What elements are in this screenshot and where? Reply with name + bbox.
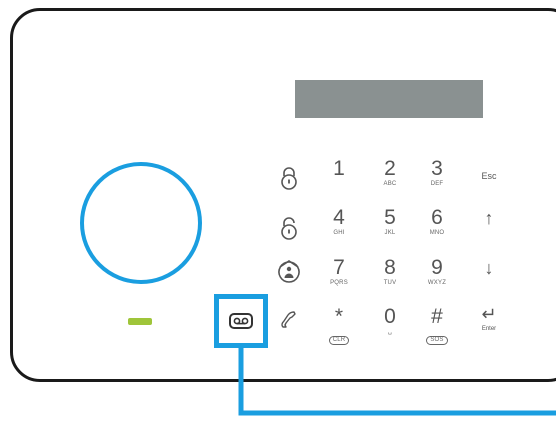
key-8-digit: 8	[384, 256, 396, 279]
key-1[interactable]: 1	[319, 158, 359, 180]
key-2-digit: 2	[384, 157, 396, 180]
key-star[interactable]: * CLR	[319, 306, 359, 346]
key-5-digit: 5	[384, 206, 396, 229]
key-5[interactable]: 5 JKL	[370, 207, 410, 237]
key-hash-sos-label: SOS	[426, 336, 448, 345]
key-2-letters: ABC	[383, 181, 397, 187]
key-0-digit: 0	[384, 305, 396, 328]
key-6-letters: MNO	[429, 230, 445, 236]
enter-button[interactable]: ↵ Enter	[469, 304, 509, 333]
key-4-letters: GHI	[333, 230, 345, 236]
arrow-down-icon: ↓	[484, 258, 494, 278]
key-7-letters: PQRS	[330, 280, 348, 286]
key-9-digit: 9	[431, 256, 443, 279]
key-hash-symbol: #	[431, 305, 443, 328]
key-7-digit: 7	[333, 256, 345, 279]
key-7[interactable]: 7 PQRS	[319, 257, 359, 287]
key-9[interactable]: 9 WXYZ	[417, 257, 457, 287]
enter-icon: ↵	[481, 304, 497, 324]
key-3[interactable]: 3 DEF	[417, 158, 457, 188]
alarm-panel-illustration: 1 2 ABC 3 DEF 4 GHI 5 JKL 6 MNO 7 PQRS 8…	[0, 0, 556, 422]
key-5-letters: JKL	[384, 230, 396, 236]
key-3-digit: 3	[431, 157, 443, 180]
esc-label: Esc	[481, 171, 497, 181]
key-6[interactable]: 6 MNO	[417, 207, 457, 237]
enter-label: Enter	[481, 326, 497, 332]
key-4-digit: 4	[333, 206, 345, 229]
arrow-up-icon: ↑	[484, 208, 494, 228]
key-8-letters: TUV	[383, 280, 397, 286]
key-hash[interactable]: # SOS	[417, 306, 457, 346]
up-button[interactable]: ↑	[469, 208, 509, 229]
key-6-digit: 6	[431, 206, 443, 229]
key-8[interactable]: 8 TUV	[370, 257, 410, 287]
key-1-digit: 1	[333, 157, 345, 180]
key-star-clr-label: CLR	[328, 336, 350, 345]
key-9-letters: WXYZ	[427, 280, 447, 286]
key-0[interactable]: 0 ␣	[370, 306, 410, 336]
key-star-symbol: *	[334, 305, 344, 328]
esc-button[interactable]: Esc	[469, 166, 509, 184]
key-2[interactable]: 2 ABC	[370, 158, 410, 188]
key-0-space-label: ␣	[387, 329, 392, 335]
down-button[interactable]: ↓	[469, 258, 509, 279]
key-4[interactable]: 4 GHI	[319, 207, 359, 237]
key-3-letters: DEF	[430, 181, 444, 187]
